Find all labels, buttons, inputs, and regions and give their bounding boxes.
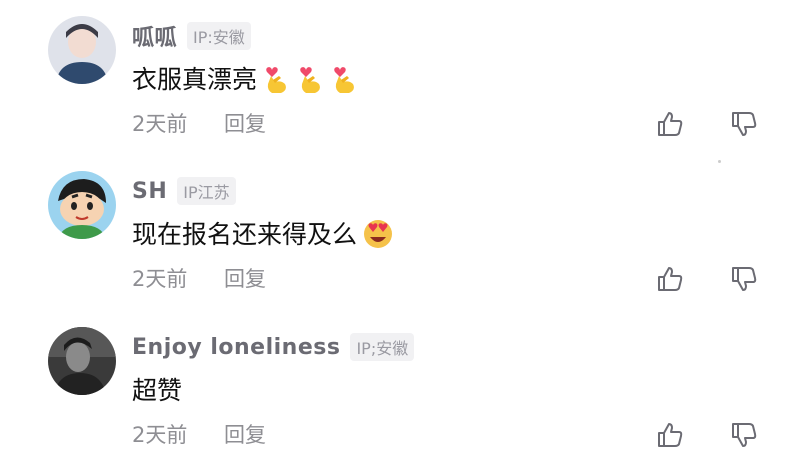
reply-button[interactable]: 回复 [224,108,266,138]
comment-item: Enjoy loneliness IP;安徽 超赞 2天前 回复 [0,311,800,461]
username[interactable]: 呱呱 [132,20,177,52]
comment-text: 衣服真漂亮 [132,60,359,96]
reaction-actions [650,261,770,297]
comment-body: 现在报名还来得及么 [132,220,358,249]
thumbs-down-icon [732,267,757,291]
avatar-image [48,16,116,84]
comment-meta: 2天前 回复 [132,108,266,138]
thumbs-up-icon [658,423,683,447]
comment-meta: 2天前 回复 [132,419,266,449]
username[interactable]: SH [132,179,167,204]
reaction-actions [650,417,770,453]
reaction-actions [650,106,770,142]
finger-heart-icon [295,62,325,94]
thumbs-up-icon [658,267,683,291]
thumbs-down-icon [732,112,757,136]
username[interactable]: Enjoy loneliness [132,335,340,360]
avatar[interactable] [48,327,116,395]
avatar[interactable] [48,16,116,84]
comment-meta: 2天前 回复 [132,263,266,293]
avatar[interactable] [48,171,116,239]
avatar-image [48,327,116,395]
reply-button[interactable]: 回复 [224,263,266,293]
like-button[interactable] [652,106,688,142]
comment-header: Enjoy loneliness IP;安徽 [132,331,415,363]
ip-location-tag: IP:安徽 [187,22,251,50]
dislike-button[interactable] [726,106,762,142]
dislike-button[interactable] [726,417,762,453]
finger-heart-icon [261,62,291,94]
emoji-group [261,62,359,94]
comment-text: 超赞 [132,371,182,407]
avatar-image [48,171,116,239]
like-button[interactable] [652,417,688,453]
comment-body: 衣服真漂亮 [132,65,258,94]
emoji-group [361,216,395,250]
comment-header: 呱呱 IP:安徽 [132,20,251,52]
comment-item: 呱呱 IP:安徽 衣服真漂亮 2天前 回复 [0,0,800,150]
finger-heart-icon [329,62,359,94]
comment-list: 呱呱 IP:安徽 衣服真漂亮 2天前 回复 SH IP江苏 现在报名还来得及么 … [0,0,800,466]
comment-text: 现在报名还来得及么 [132,215,395,251]
timestamp: 2天前 [132,423,188,447]
comment-body: 超赞 [132,376,183,405]
comment-item: SH IP江苏 现在报名还来得及么 2天前 回复 [0,155,800,305]
timestamp: 2天前 [132,112,188,136]
heart-eyes-emoji-icon [361,216,395,250]
ip-location-tag: IP江苏 [177,177,236,205]
like-button[interactable] [652,261,688,297]
thumbs-down-icon [732,423,757,447]
thumbs-up-icon [658,112,683,136]
timestamp: 2天前 [132,267,188,291]
dislike-button[interactable] [726,261,762,297]
ip-location-tag: IP;安徽 [350,333,415,361]
reply-button[interactable]: 回复 [224,419,266,449]
comment-header: SH IP江苏 [132,175,236,207]
